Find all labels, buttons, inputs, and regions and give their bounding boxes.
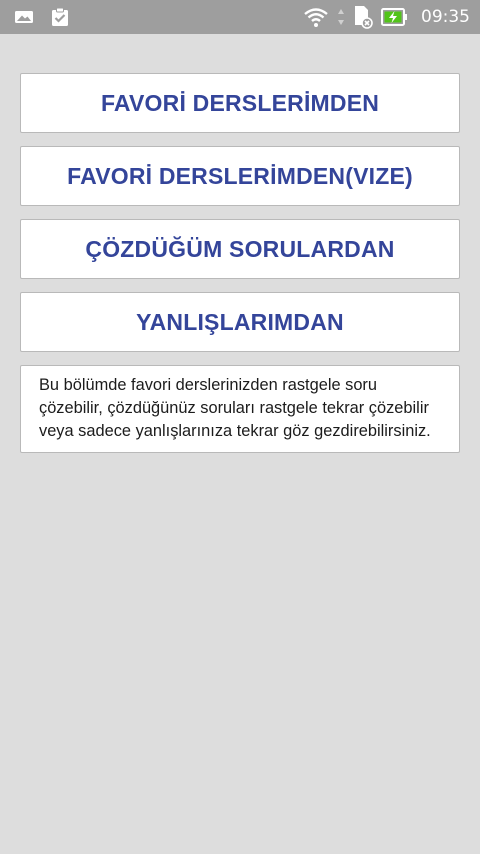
battery-charging-icon xyxy=(381,7,409,27)
favorite-courses-vize-button[interactable]: FAVORİ DERSLERİMDEN(VIZE) xyxy=(20,146,460,206)
status-time: 09:35 xyxy=(421,7,470,27)
solved-questions-button[interactable]: ÇÖZDÜĞÜM SORULARDAN xyxy=(20,219,460,279)
clipboard-check-icon xyxy=(50,7,70,27)
wrong-answers-button[interactable]: YANLIŞLARIMDAN xyxy=(20,292,460,352)
image-icon xyxy=(14,9,34,25)
sim-card-icon xyxy=(353,5,373,29)
data-arrows-icon xyxy=(337,7,345,27)
status-bar: 09:35 xyxy=(0,0,480,34)
status-right-icons: 09:35 xyxy=(303,5,470,29)
content: FAVORİ DERSLERİMDEN FAVORİ DERSLERİMDEN(… xyxy=(20,73,460,453)
status-left-icons xyxy=(14,7,70,27)
info-description: Bu bölümde favori derslerinizden rastgel… xyxy=(20,365,460,453)
favorite-courses-button[interactable]: FAVORİ DERSLERİMDEN xyxy=(20,73,460,133)
wifi-icon xyxy=(303,6,329,28)
